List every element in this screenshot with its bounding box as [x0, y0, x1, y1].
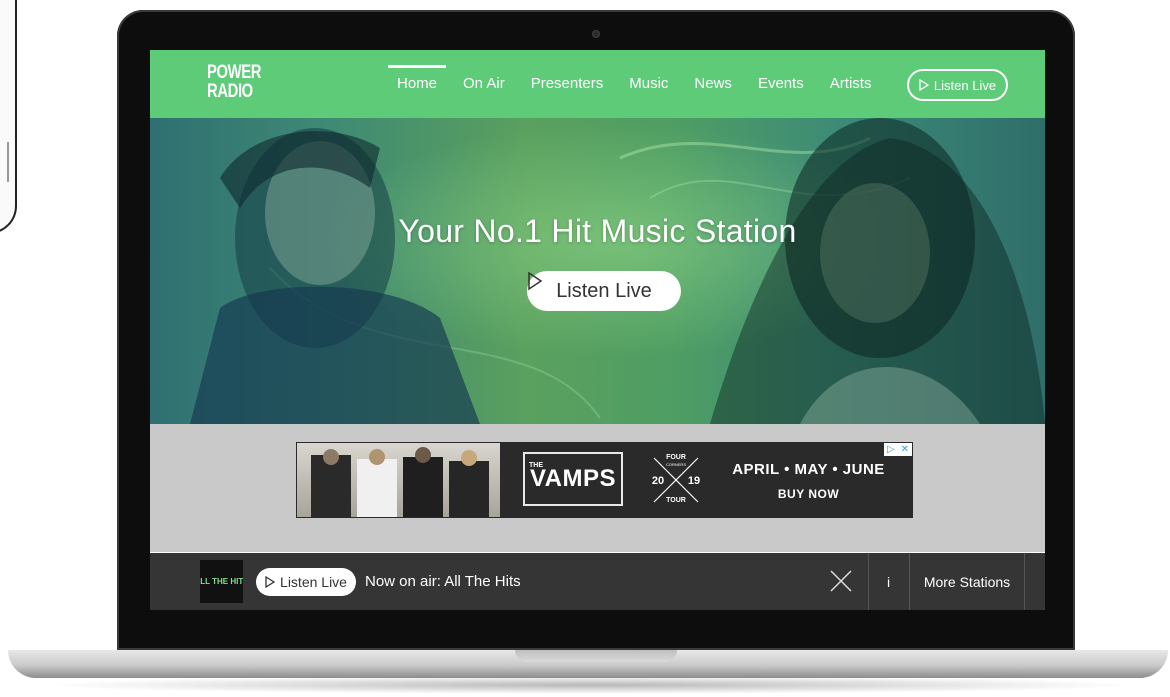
hero-title: Your No.1 Hit Music Station [398, 213, 797, 249]
advertisement-band: THE VAMPS FOUR CORNERS 20 19 TOUR APRIL … [150, 424, 1045, 552]
nav-listen-live-label: Listen Live [933, 77, 997, 93]
nav-listen-live-button[interactable]: Listen Live [907, 69, 1008, 101]
side-device-outline [0, 0, 17, 234]
station-thumbnail-text: ALL THE HITS [200, 577, 243, 586]
ad-tour-dates: APRIL • MAY • JUNE [732, 461, 885, 478]
player-divider [1024, 553, 1025, 610]
ad-band-name: VAMPS [529, 465, 617, 492]
ad-tour-year-left: 20 [652, 475, 664, 487]
nav-item-music[interactable]: Music [616, 50, 681, 118]
nav-item-home[interactable]: Home [384, 50, 450, 118]
play-outline-icon [919, 79, 929, 91]
nav-item-presenters[interactable]: Presenters [518, 50, 617, 118]
play-outline-icon [265, 576, 276, 588]
laptop-notch [515, 650, 677, 662]
play-outline-icon [528, 271, 543, 291]
logo-line-2: RADIO [207, 81, 253, 102]
ad-band-prefix: THE [529, 462, 543, 469]
nav-item-events[interactable]: Events [745, 50, 817, 118]
site-logo[interactable]: POWER RADIO [207, 63, 261, 101]
ad-tour-sub: CORNERS [666, 462, 686, 467]
nav-item-on-air[interactable]: On Air [450, 50, 518, 118]
nav-item-news[interactable]: News [681, 50, 745, 118]
close-icon[interactable] [828, 568, 854, 594]
nav-links: Home On Air Presenters Music News Events… [384, 50, 884, 118]
ad-tour-top: FOUR [666, 454, 686, 461]
top-navigation: POWER RADIO Home On Air Presenters Music… [150, 50, 1045, 118]
hero-banner: Your No.1 Hit Music Station Listen Live [150, 118, 1045, 424]
ad-tour-logo: FOUR CORNERS 20 19 TOUR [646, 450, 706, 510]
ad-buy-now[interactable]: BUY NOW [726, 487, 891, 501]
laptop-screen: POWER RADIO Home On Air Presenters Music… [150, 50, 1045, 610]
nav-item-artists[interactable]: Artists [817, 50, 885, 118]
hero-listen-live-button[interactable]: Listen Live [527, 271, 681, 311]
player-info-button[interactable]: i [869, 553, 908, 610]
ad-tour-year-right: 19 [688, 475, 700, 487]
ad-band-logo: THE VAMPS [523, 452, 623, 506]
hero-listen-live-label: Listen Live [556, 279, 652, 302]
logo-line-1: POWER [207, 62, 262, 83]
vamps-tour-ad[interactable]: THE VAMPS FOUR CORNERS 20 19 TOUR APRIL … [296, 442, 913, 518]
laptop-shadow [40, 676, 1140, 694]
now-on-air-text: Now on air: All The Hits [365, 573, 521, 590]
player-listen-live-button[interactable]: Listen Live [256, 568, 356, 596]
ad-band-photo [297, 443, 500, 517]
webcam [592, 30, 600, 38]
player-listen-live-label: Listen Live [280, 574, 347, 590]
station-thumbnail[interactable]: ALL THE HITS [200, 560, 243, 603]
more-stations-button[interactable]: More Stations [910, 553, 1024, 610]
radio-player-bar: ALL THE HITS Listen Live Now on air: All… [150, 553, 1045, 610]
ad-tour-bottom: TOUR [666, 497, 686, 504]
ad-choices-icon[interactable]: ▷ ✕ [884, 443, 912, 456]
